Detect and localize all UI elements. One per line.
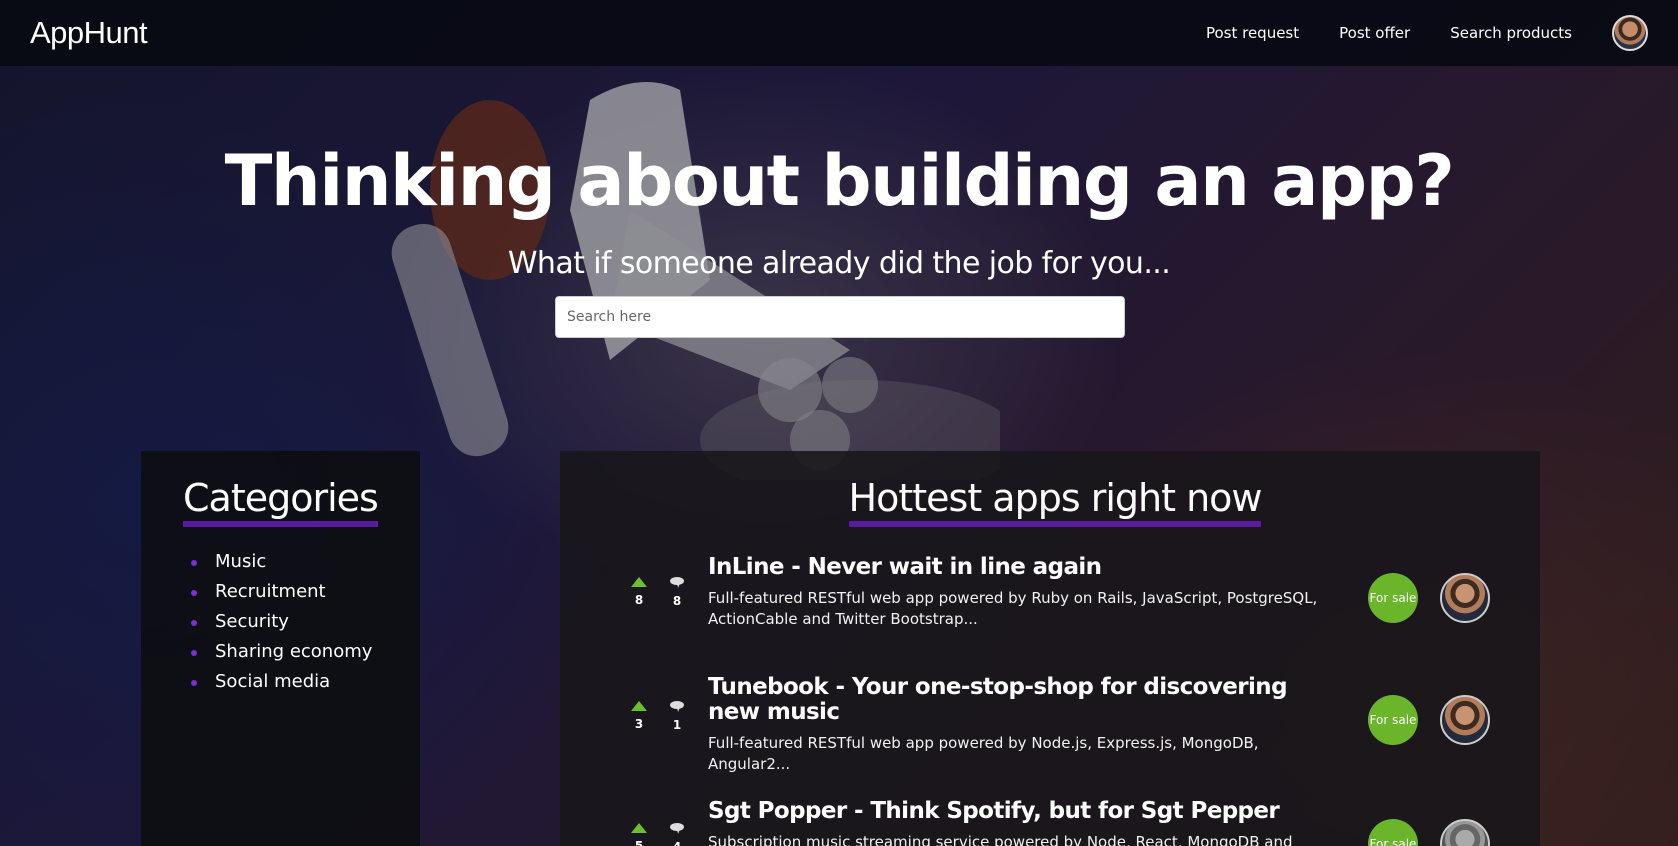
seller-avatar[interactable]	[1440, 573, 1490, 623]
app-description: Full-featured RESTful web app powered by…	[708, 589, 1318, 628]
upvote-arrow-icon[interactable]	[631, 823, 647, 833]
seller-avatar[interactable]	[1440, 819, 1490, 846]
bullet-icon	[191, 620, 197, 626]
for-sale-badge[interactable]: For sale	[1368, 573, 1418, 623]
upvote-count: 3	[634, 717, 644, 731]
comment-bubble-icon[interactable]	[670, 701, 684, 712]
comment-bubble-icon[interactable]	[670, 577, 684, 588]
comment-column: 4	[668, 823, 686, 846]
hero-title: Thinking about building an app?	[224, 140, 1455, 222]
hero-subtitle: What if someone already did the job for …	[507, 246, 1171, 281]
comment-count: 8	[672, 594, 682, 608]
category-label: Music	[215, 551, 267, 572]
app-title-link[interactable]: InLine - Never wait in line again	[708, 555, 1328, 580]
bullet-icon	[191, 680, 197, 686]
comment-bubble-icon[interactable]	[670, 823, 684, 834]
app-stats: 5 4	[630, 823, 710, 846]
nav-post-request[interactable]: Post request	[1206, 24, 1299, 42]
app-title-link[interactable]: Sgt Popper - Think Spotify, but for Sgt …	[708, 799, 1328, 824]
comment-column: 1	[668, 701, 686, 732]
comment-column: 8	[668, 577, 686, 608]
bullet-icon	[191, 560, 197, 566]
app-description: Subscription music streaming service pow…	[708, 833, 1293, 846]
upvote-column: 3	[630, 701, 648, 732]
app-text: InLine - Never wait in line again Full-f…	[708, 555, 1328, 630]
upvote-arrow-icon[interactable]	[631, 701, 647, 711]
apps-title-wrapper: Hottest apps right now	[560, 451, 1540, 527]
category-item-social-media[interactable]: Social media	[191, 667, 378, 697]
bullet-icon	[191, 590, 197, 596]
categories-title: Categories	[183, 475, 379, 527]
hottest-apps-title: Hottest apps right now	[848, 475, 1262, 527]
nav-links: Post request Post offer Search products	[1206, 15, 1648, 51]
category-label: Security	[215, 611, 289, 632]
upvote-column: 8	[630, 577, 648, 608]
app-text: Tunebook - Your one-stop-shop for discov…	[708, 675, 1328, 775]
nav-post-offer[interactable]: Post offer	[1339, 24, 1410, 42]
category-item-security[interactable]: Security	[191, 607, 378, 637]
upvote-arrow-icon[interactable]	[631, 577, 647, 587]
brand-logo[interactable]: AppHunt	[30, 15, 148, 51]
category-label: Recruitment	[215, 581, 326, 602]
app-description: Full-featured RESTful web app powered by…	[708, 734, 1259, 773]
categories-panel: Categories Music Recruitment Security Sh…	[141, 451, 420, 846]
comment-count: 4	[673, 840, 681, 846]
hottest-apps-panel: Hottest apps right now 8 8 InLine - Neve…	[560, 451, 1540, 846]
user-avatar[interactable]	[1612, 15, 1648, 51]
upvote-count: 5	[634, 839, 644, 846]
app-stats: 3 1	[630, 701, 710, 732]
app-text: Sgt Popper - Think Spotify, but for Sgt …	[708, 799, 1328, 846]
category-label: Sharing economy	[215, 641, 373, 662]
bullet-icon	[191, 650, 197, 656]
seller-avatar[interactable]	[1440, 695, 1490, 745]
app-title-link[interactable]: Tunebook - Your one-stop-shop for discov…	[708, 675, 1328, 725]
category-item-music[interactable]: Music	[191, 547, 378, 577]
category-item-recruitment[interactable]: Recruitment	[191, 577, 378, 607]
category-item-sharing-economy[interactable]: Sharing economy	[191, 637, 378, 667]
app-stats: 8 8	[630, 577, 710, 608]
for-sale-badge[interactable]: For sale	[1368, 695, 1418, 745]
comment-count: 1	[672, 718, 682, 732]
search-input[interactable]	[555, 296, 1125, 338]
category-list: Music Recruitment Security Sharing econo…	[183, 547, 378, 697]
upvote-count: 8	[634, 593, 644, 607]
top-navbar: AppHunt Post request Post offer Search p…	[0, 0, 1678, 66]
category-label: Social media	[215, 671, 331, 692]
nav-search-products[interactable]: Search products	[1450, 24, 1572, 42]
for-sale-badge[interactable]: For sale	[1368, 819, 1418, 846]
upvote-column: 5	[630, 823, 648, 846]
